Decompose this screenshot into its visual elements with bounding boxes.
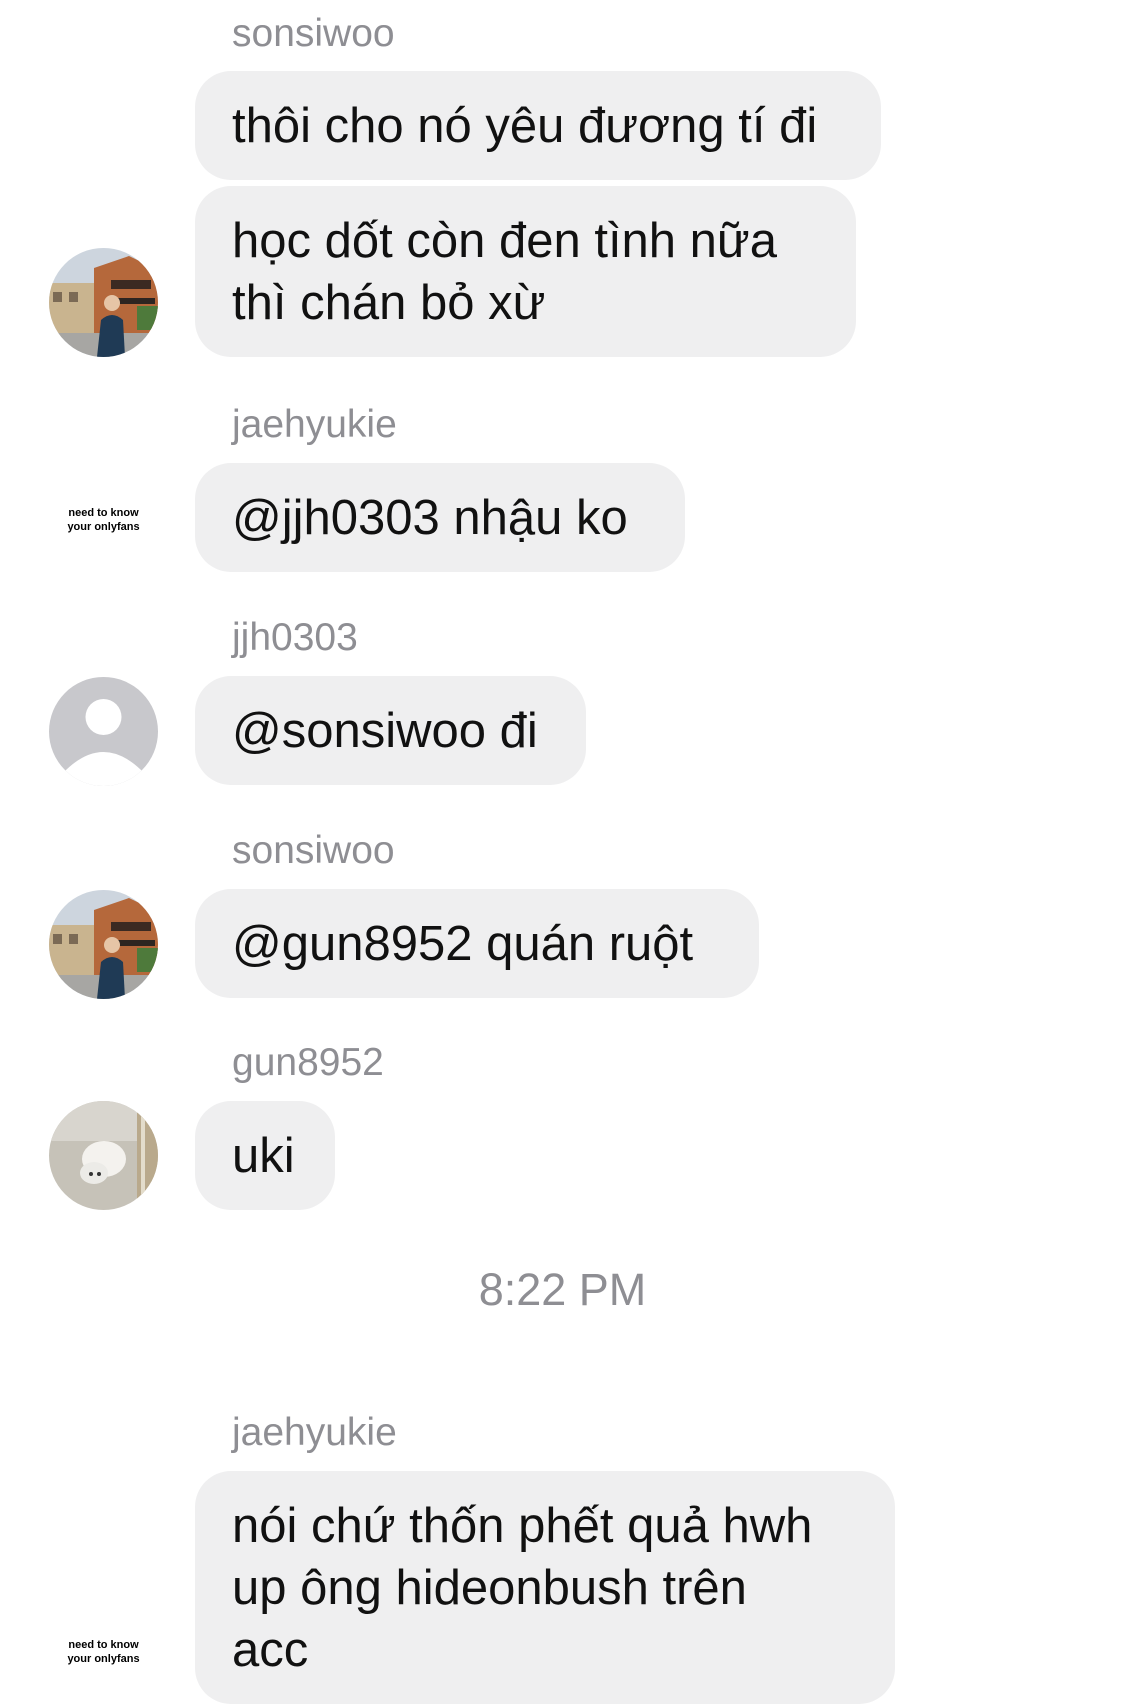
dog-photo-avatar[interactable] — [49, 1101, 158, 1210]
avatar-caption: need to know your onlyfans — [67, 1639, 140, 1665]
avatar-caption: need to know your onlyfans — [67, 507, 140, 533]
message-text: thôi cho nó yêu đương tí đi — [232, 98, 818, 153]
street-photo-avatar[interactable] — [49, 248, 158, 357]
timestamp: 8:22 PM — [478, 1264, 647, 1315]
message-text: @gun8952 quán ruột — [232, 916, 694, 971]
sender-name: sonsiwoo — [232, 12, 395, 55]
street-photo-image — [49, 248, 158, 357]
message-bubble[interactable]: nói chứ thốn phết quả hwh up ông hideonb… — [195, 1471, 895, 1704]
message-text: @jjh0303 nhậu ko — [232, 490, 628, 545]
dog-photo-image — [49, 1101, 158, 1210]
sender-name: jjh0303 — [232, 616, 358, 659]
message-bubble[interactable]: @sonsiwoo đi — [195, 676, 586, 785]
message-text: uki — [232, 1128, 295, 1183]
message-text: học dốt còn đen tình nữa thì chán bỏ xừ — [232, 213, 777, 330]
avatar-text[interactable]: need to know your onlyfans — [49, 1638, 158, 1666]
sender-name: jaehyukie — [232, 1411, 397, 1454]
message-bubble[interactable]: học dốt còn đen tình nữa thì chán bỏ xừ — [195, 186, 856, 357]
sender-name: jaehyukie — [232, 403, 397, 446]
message-text: @sonsiwoo đi — [232, 703, 538, 758]
street-photo-image — [49, 890, 158, 999]
message-bubble[interactable]: thôi cho nó yêu đương tí đi — [195, 71, 881, 180]
person-icon — [63, 699, 144, 786]
message-text: nói chứ thốn phết quả hwh up ông hideonb… — [232, 1498, 813, 1677]
sender-name: sonsiwoo — [232, 829, 395, 872]
message-bubble[interactable]: @gun8952 quán ruột — [195, 889, 759, 998]
message-bubble[interactable]: uki — [195, 1101, 335, 1210]
avatar-text[interactable]: need to know your onlyfans — [49, 506, 158, 534]
default-user-avatar[interactable] — [49, 677, 158, 786]
message-bubble[interactable]: @jjh0303 nhậu ko — [195, 463, 685, 572]
sender-name: gun8952 — [232, 1041, 384, 1084]
street-photo-avatar[interactable] — [49, 890, 158, 999]
